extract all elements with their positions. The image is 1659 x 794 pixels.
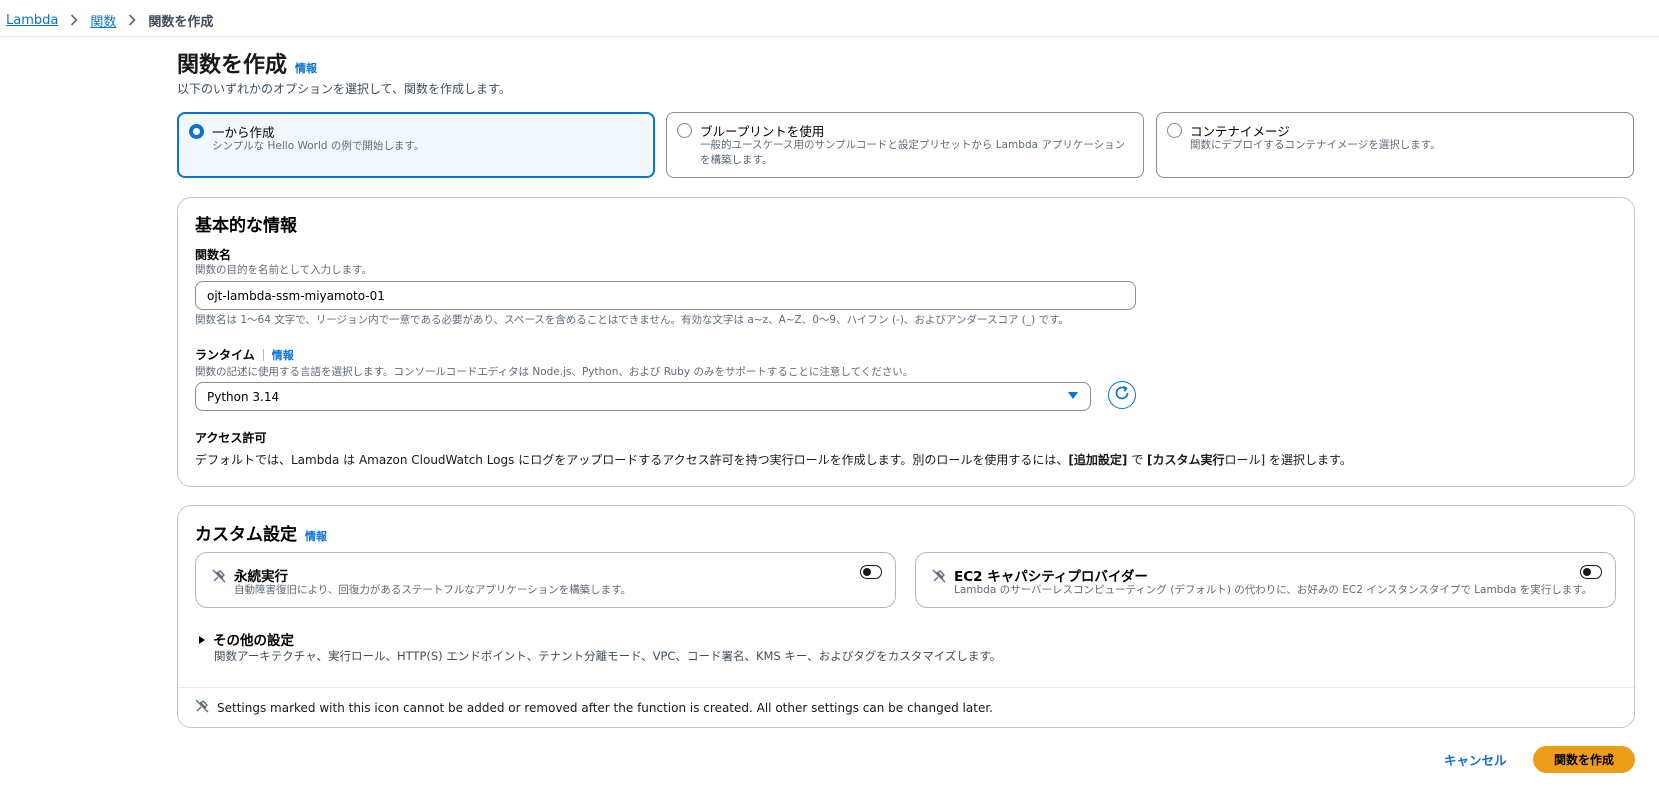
lock-icon <box>932 568 946 587</box>
runtime-description: 関数の記述に使用する言語を選択します。コンソールコードエディタは Node.js… <box>195 366 914 378</box>
option-use-blueprint[interactable]: ブループリントを使用 一般的ユースケース用のサンプルコードと設定プリセットから … <box>666 112 1144 178</box>
breadcrumb: Lambda 関数 関数を作成 <box>6 10 213 30</box>
lock-icon <box>212 568 226 587</box>
access-permissions-label: アクセス許可 <box>195 431 267 445</box>
function-name-description: 関数の目的を名前として入力します。 <box>195 264 373 276</box>
basic-info-container <box>177 197 1635 487</box>
refresh-runtime-button[interactable] <box>1108 381 1136 409</box>
custom-execution-ref: [カスタム実行 <box>1147 453 1225 467</box>
page-description: 以下のいずれかのオプションを選択して、関数を作成します。 <box>177 82 511 96</box>
cancel-button[interactable]: キャンセル <box>1444 750 1507 769</box>
caret-down-icon <box>1067 390 1079 404</box>
other-settings-expander[interactable]: その他の設定 <box>197 629 294 649</box>
breadcrumb-functions[interactable]: 関数 <box>90 11 116 30</box>
runtime-label: ランタイム <box>195 348 255 362</box>
option-description: 一般的ユースケース用のサンプルコードと設定プリセットから Lambda アプリケ… <box>700 139 1126 166</box>
footnote-text: Settings marked with this icon cannot be… <box>217 700 993 715</box>
label-separator <box>262 348 264 361</box>
function-name-label: 関数名 <box>195 248 232 262</box>
toggle-knob <box>863 567 871 576</box>
option-description: 関数にデプロイするコンテナイメージを選択します。 <box>1190 139 1441 151</box>
toggle-knob <box>1583 567 1591 576</box>
page-title-text: 関数を作成 <box>177 53 288 78</box>
runtime-select[interactable]: Python 3.14 <box>195 382 1091 411</box>
radio-author-from-scratch[interactable] <box>189 124 204 139</box>
additional-settings-ref: [追加設定] <box>1068 453 1128 467</box>
access-text-suffix: を選択します。 <box>1265 453 1352 467</box>
access-text-prefix: デフォルトでは、Lambda は Amazon CloudWatch Logs … <box>195 453 1069 467</box>
custom-settings-info-link[interactable]: 情報 <box>305 528 327 544</box>
runtime-label-row: ランタイム 情報 <box>195 346 294 363</box>
radio-container-image[interactable] <box>1167 123 1182 138</box>
create-function-button[interactable]: 関数を作成 <box>1533 746 1635 773</box>
immutable-settings-footnote: Settings marked with this icon cannot be… <box>195 698 993 717</box>
chevron-right-icon <box>128 14 136 26</box>
breadcrumb-lambda[interactable]: Lambda <box>6 13 58 28</box>
caret-right-icon <box>197 630 207 649</box>
runtime-info-link[interactable]: 情報 <box>272 347 294 363</box>
durable-execution-toggle[interactable] <box>860 565 882 579</box>
option-description: シンプルな Hello World の例で開始します。 <box>212 140 425 152</box>
other-settings-title: その他の設定 <box>213 633 294 649</box>
access-permissions-text: デフォルトでは、Lambda は Amazon CloudWatch Logs … <box>195 451 1352 468</box>
custom-settings-heading-row: カスタム設定 情報 <box>195 520 327 545</box>
ec2-capacity-provider-toggle[interactable] <box>1580 565 1602 579</box>
option-author-from-scratch[interactable]: 一から作成 シンプルな Hello World の例で開始します。 <box>177 112 655 178</box>
custom-settings-divider <box>178 687 1634 688</box>
access-text-mid: で <box>1127 453 1148 467</box>
function-name-constraint: 関数名は 1〜64 文字で、リージョン内で一意である必要があり、スペースを含める… <box>195 314 1070 326</box>
option-container-image[interactable]: コンテナイメージ 関数にデプロイするコンテナイメージを選択します。 <box>1156 112 1634 178</box>
radio-use-blueprint[interactable] <box>677 123 692 138</box>
header-divider <box>0 36 1659 37</box>
custom-settings-heading: カスタム設定 <box>195 525 297 545</box>
other-settings-description: 関数アーキテクチャ、実行ロール、HTTP(S) エンドポイント、テナント分離モー… <box>214 649 1002 663</box>
function-name-input[interactable]: ojt-lambda-ssm-miyamoto-01 <box>195 281 1136 310</box>
chevron-right-icon <box>70 14 78 26</box>
lock-icon <box>195 698 209 717</box>
page-info-link[interactable]: 情報 <box>295 60 317 76</box>
access-text-role: ロール] <box>1224 453 1266 467</box>
durable-execution-description: 自動障害復旧により、回復力があるステートフルなアプリケーションを構築します。 <box>234 584 632 596</box>
durable-execution-card: 永続実行 自動障害復旧により、回復力があるステートフルなアプリケーションを構築し… <box>195 552 896 608</box>
page-title: 関数を作成 情報 <box>177 47 317 79</box>
ec2-capacity-provider-description: Lambda のサーバーレスコンピューティング (デフォルト) の代わりに、お好… <box>954 584 1593 596</box>
basic-info-heading: 基本的な情報 <box>195 216 297 236</box>
custom-settings-container <box>177 505 1635 728</box>
refresh-icon <box>1113 384 1131 406</box>
breadcrumb-current: 関数を作成 <box>148 14 214 30</box>
ec2-capacity-provider-card: EC2 キャパシティプロバイダー Lambda のサーバーレスコンピューティング… <box>915 552 1616 608</box>
runtime-selected-value: Python 3.14 <box>207 389 280 404</box>
